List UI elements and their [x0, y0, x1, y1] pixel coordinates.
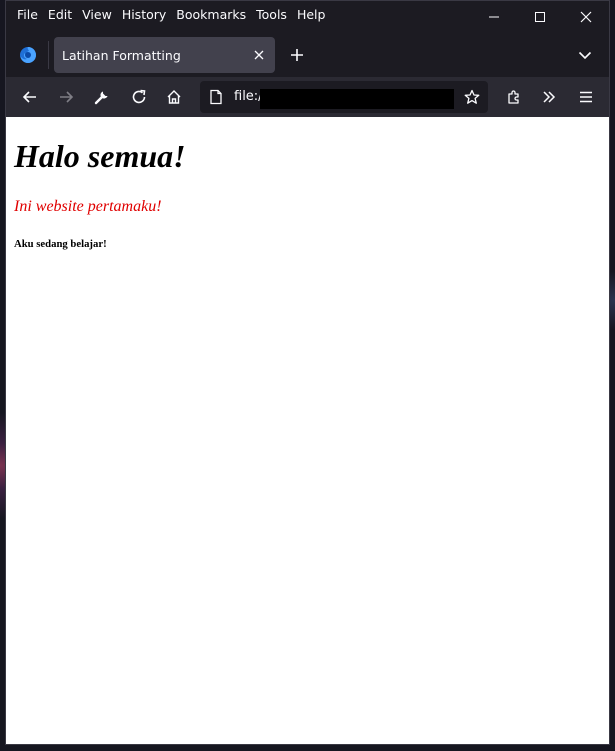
menu-bookmarks[interactable]: Bookmarks [171, 7, 251, 22]
back-button[interactable] [14, 81, 46, 113]
url-bar[interactable]: file:/ [200, 81, 488, 113]
menu-view[interactable]: View [77, 7, 117, 22]
page-subheading: Ini website pertamaku! [14, 198, 162, 215]
menu-items: File Edit View History Bookmarks Tools H… [12, 7, 330, 22]
extensions-icon [508, 90, 519, 104]
back-arrow-icon [22, 91, 36, 103]
minimize-icon [489, 16, 499, 18]
app-menu-button[interactable] [570, 81, 602, 113]
home-icon [167, 90, 181, 104]
star-icon [464, 89, 480, 104]
home-button[interactable] [158, 81, 190, 113]
page-heading: Halo semua! [14, 138, 186, 174]
new-tab-button[interactable] [283, 41, 311, 69]
customize-toolbar-button[interactable] [86, 81, 118, 113]
hamburger-menu-icon [580, 91, 592, 103]
menu-help[interactable]: Help [292, 7, 331, 22]
close-window-button[interactable] [563, 1, 609, 33]
url-redaction [260, 89, 454, 109]
list-all-tabs-button[interactable] [571, 41, 599, 69]
forward-arrow-icon [60, 91, 74, 103]
tab-close-icon [254, 50, 264, 60]
minimize-button[interactable] [471, 1, 517, 33]
navigation-bar: file:/ [6, 77, 609, 117]
menu-tools[interactable]: Tools [251, 7, 292, 22]
tab-separator [48, 41, 49, 69]
page-icon [208, 89, 224, 105]
menu-file[interactable]: File [12, 7, 43, 22]
maximize-icon [535, 12, 545, 22]
maximize-button[interactable] [517, 1, 563, 33]
overflow-menu-button[interactable] [533, 81, 565, 113]
overflow-chevrons-icon [543, 91, 556, 103]
close-icon [580, 11, 592, 23]
browser-window: File Edit View History Bookmarks Tools H… [5, 0, 610, 745]
tab-latihan-formatting[interactable]: Latihan Formatting [54, 37, 275, 73]
page-note: Aku sedang belajar! [14, 238, 107, 250]
menu-bar: File Edit View History Bookmarks Tools H… [6, 1, 609, 33]
menu-history[interactable]: History [117, 7, 171, 22]
url-text[interactable]: file:/ [234, 89, 263, 104]
plus-icon [291, 49, 303, 61]
menu-edit[interactable]: Edit [43, 7, 77, 22]
reload-button[interactable] [123, 81, 155, 113]
chevron-down-icon [578, 51, 592, 60]
firefox-logo[interactable] [16, 43, 40, 67]
tab-title: Latihan Formatting [62, 47, 181, 63]
tab-close-button[interactable] [247, 43, 271, 67]
bookmark-star-button[interactable] [460, 85, 484, 109]
forward-button[interactable] [50, 81, 82, 113]
page-content: Halo semua! Ini website pertamaku! Aku s… [6, 117, 609, 744]
reload-icon [132, 89, 146, 104]
window-controls [471, 1, 609, 33]
wrench-icon [94, 91, 108, 105]
tab-strip: Latihan Formatting [6, 33, 609, 77]
extensions-button[interactable] [498, 81, 530, 113]
